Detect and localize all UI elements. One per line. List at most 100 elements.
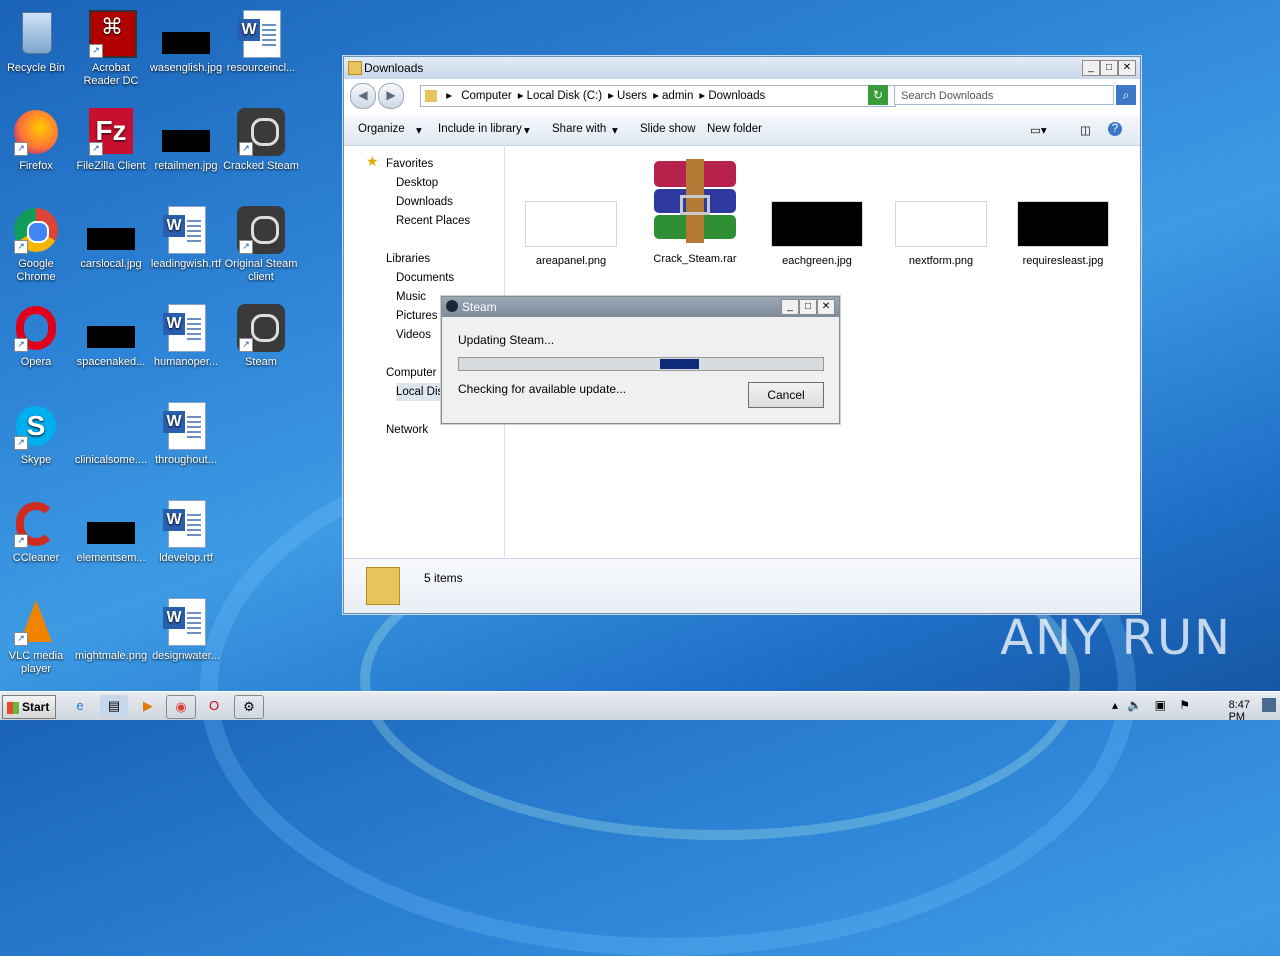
desktop-icon[interactable]: ↗ Steam [223,304,299,369]
search-input[interactable]: Search Downloads [894,85,1114,105]
nav-music[interactable]: Music [396,288,426,306]
desktop-icon-label: Skype [20,454,52,466]
image-file-icon [87,304,135,352]
steam-dialog-titlebar[interactable]: Steam _ □ ✕ [442,297,839,317]
document-icon: W [162,304,210,352]
file-item[interactable]: nextform.png [886,201,996,267]
file-item[interactable]: eachgreen.jpg [762,201,872,267]
desktop-icon[interactable]: retailmen.jpg [148,108,224,173]
include-chevron-icon: ▾ [524,125,530,137]
nav-libraries[interactable]: Libraries [386,250,430,268]
nav-network[interactable]: Network [386,421,428,439]
media-player-icon[interactable]: ▶ [134,695,162,717]
desktop-icon[interactable]: Recycle Bin [0,10,74,75]
windows-logo-icon [7,701,19,714]
file-item[interactable]: areapanel.png [516,201,626,267]
start-button[interactable]: Start [2,695,56,719]
nav-computer[interactable]: Computer [386,364,437,382]
preview-pane-icon[interactable]: ◫ [1080,123,1091,137]
breadcrumb-admin[interactable]: admin [662,90,693,102]
minimize-button[interactable]: _ [1082,60,1100,76]
back-button[interactable]: ◀ [350,83,376,109]
steam-maximize-button[interactable]: □ [799,299,817,315]
desktop-icon[interactable]: wasenglish.jpg [148,10,224,75]
desktop-icon-label: throughout... [155,454,217,466]
desktop-icon[interactable]: ⌘ ↗ Acrobat Reader DC [73,10,149,88]
file-item[interactable]: requiresleast.jpg [1008,201,1118,267]
desktop-icon[interactable]: ↗ Original Steam client [223,206,299,284]
desktop-icon[interactable]: clinicalsome.... [73,402,149,467]
refresh-button[interactable]: ↻ [868,85,888,105]
nav-downloads[interactable]: Downloads [396,193,453,211]
desktop-icon[interactable]: Wthroughout... [148,402,224,467]
steam-close-button[interactable]: ✕ [817,299,835,315]
tray-expand-icon[interactable]: ▴ [1112,698,1118,712]
explorer-folder-icon[interactable]: ▤ [100,695,128,717]
nav-videos[interactable]: Videos [396,326,431,344]
close-button[interactable]: ✕ [1118,60,1136,76]
details-pane: 5 items [344,558,1140,613]
forward-button[interactable]: ▶ [378,83,404,109]
flag-icon[interactable]: ⚑ [1179,698,1190,712]
nav-pictures[interactable]: Pictures [396,307,438,325]
desktop-icon[interactable]: Whumanoper... [148,304,224,369]
breadcrumb-localdisk[interactable]: Local Disk (C:) [527,90,602,102]
desktop-icon[interactable]: ↗ Google Chrome [0,206,74,284]
document-icon: W [162,500,210,548]
share-with-menu[interactable]: Share with [552,123,606,135]
volume-icon[interactable]: 🔈 [1127,698,1142,712]
desktop-icon[interactable]: elementsem... [73,500,149,565]
file-item[interactable]: Crack_Steam.rar [640,159,750,265]
desktop-icon[interactable]: Wresourceincl... [223,10,299,75]
organize-menu[interactable]: Organize [358,123,405,135]
desktop-icon[interactable]: Wdesignwater... [148,598,224,663]
include-library-menu[interactable]: Include in library [438,123,522,135]
desktop-icon-label: carslocal.jpg [80,258,142,270]
desktop-icon[interactable]: Fz ↗ FileZilla Client [73,108,149,173]
desktop-icon[interactable]: Wldevelop.rtf [148,500,224,565]
steam-minimize-button[interactable]: _ [781,299,799,315]
item-count: 5 items [424,571,463,585]
desktop-icon[interactable]: ↗ VLC media player [0,598,74,676]
document-icon: W [162,402,210,450]
breadcrumb-downloads[interactable]: Downloads [708,90,765,102]
network-icon[interactable]: ▣ [1155,698,1166,712]
progress-marquee [660,359,699,369]
breadcrumb-users[interactable]: Users [617,90,647,102]
desktop-icon[interactable]: ↗ Cracked Steam [223,108,299,173]
maximize-button[interactable]: □ [1100,60,1118,76]
steam-taskbar-icon[interactable]: ⚙ [234,695,264,719]
desktop-icon[interactable]: Wleadingwish.rtf [148,206,224,271]
nav-desktop[interactable]: Desktop [396,174,438,192]
desktop-icon[interactable]: carslocal.jpg [73,206,149,271]
search-icon[interactable]: ⌕ [1116,85,1136,105]
desktop-icon[interactable]: S ↗ Skype [0,402,74,467]
desktop-icon[interactable]: ↗ CCleaner [0,500,74,565]
ccleaner-icon: ↗ [12,500,60,548]
ie-icon[interactable]: e [66,695,94,717]
breadcrumb-computer[interactable]: Computer [461,90,512,102]
breadcrumb-chevron-icon: ▸ [446,90,452,102]
clock[interactable]: 8:47 PM [1229,699,1250,723]
help-icon[interactable]: ? [1108,122,1122,136]
new-folder-button[interactable]: New folder [707,123,762,135]
desktop-icon[interactable]: ↗ Opera [0,304,74,369]
desktop-icon[interactable]: ↗ Firefox [0,108,74,173]
explorer-titlebar[interactable]: Downloads _ □ ✕ [344,57,1140,79]
cancel-button[interactable]: Cancel [748,382,824,408]
view-options-icon[interactable]: ▭▾ [1030,123,1047,137]
opera-icon[interactable]: O [200,695,228,717]
nav-recent-places[interactable]: Recent Places [396,212,470,230]
nav-documents[interactable]: Documents [396,269,454,287]
breadcrumb[interactable]: ▸ Computer ▸ Local Disk (C:) ▸ Users ▸ admi… [420,85,896,107]
nav-favorites[interactable]: Favorites [386,155,433,173]
chrome-icon[interactable]: ◉ [166,695,196,719]
desktop-icon-label: Opera [20,356,52,368]
desktop-icon[interactable]: spacenaked... [73,304,149,369]
file-name: eachgreen.jpg [782,255,852,267]
steam-update-dialog: Steam _ □ ✕ Updating Steam... Checking f… [441,296,840,424]
desktop-icon[interactable]: mightmale.png [73,598,149,663]
image-thumbnail [525,201,617,247]
show-desktop-button[interactable] [1262,698,1276,712]
slide-show-button[interactable]: Slide show [640,123,696,135]
